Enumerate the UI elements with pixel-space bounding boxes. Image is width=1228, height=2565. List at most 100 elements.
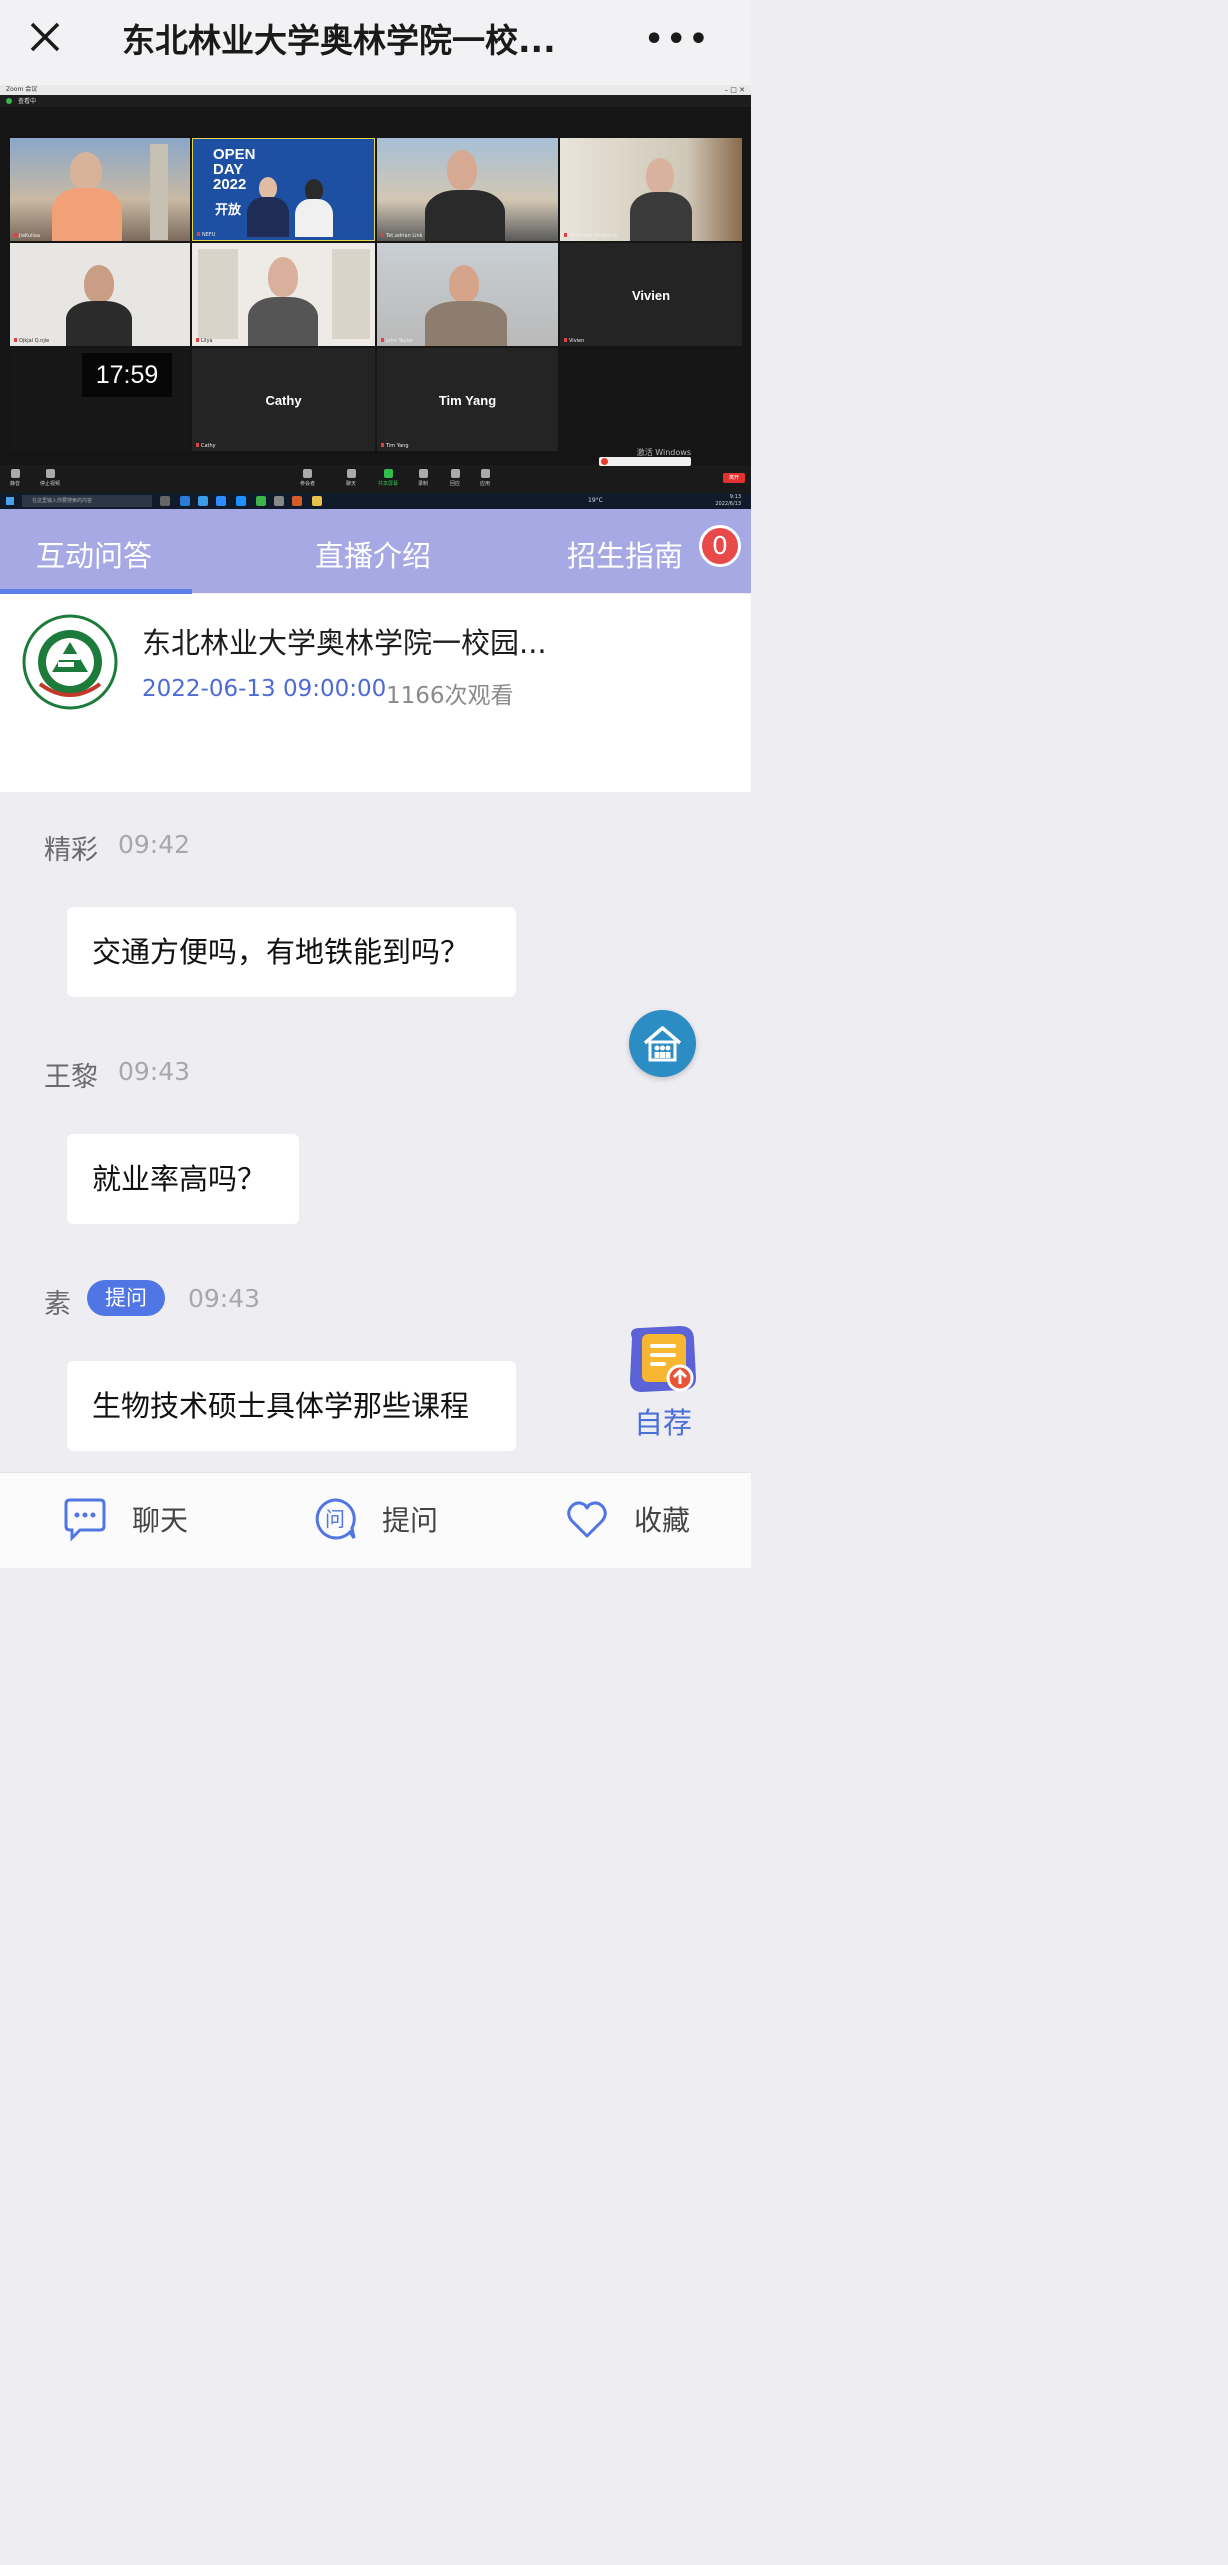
participant-tile: Ojkjal Q.njie [10, 243, 190, 346]
top-navigation-bar: 东北林业大学奥林学院一校... ••• [0, 0, 751, 85]
favorite-button[interactable]: 收藏 [564, 1495, 690, 1543]
stop-video-button[interactable]: 停止视频 [40, 469, 60, 487]
task-view-icon[interactable] [160, 496, 170, 506]
participant-name: Tet.adrian Link [381, 233, 423, 239]
leave-meeting-button[interactable]: 离开 [723, 473, 745, 483]
participant-tile: John Taylor [377, 243, 558, 346]
camera-icon [45, 469, 55, 478]
bottom-action-bar: 聊天 问 提问 收藏 [0, 1472, 751, 1568]
question-tag: 提问 [87, 1280, 165, 1316]
chat-icon [64, 1498, 106, 1542]
edge-icon[interactable] [180, 496, 190, 506]
tab-admission-guide[interactable]: 招生指南 [567, 533, 683, 575]
ie-icon[interactable] [198, 496, 208, 506]
record-button[interactable]: 录制 [418, 469, 428, 487]
message-bubble: 交通方便吗，有地铁能到吗？ [67, 907, 516, 997]
taskbar-clock: 9:13 2022/6/13 [715, 494, 741, 507]
participants-button[interactable]: 参会者 [300, 469, 315, 487]
resume-upload-icon [630, 1326, 696, 1392]
participant-tile: Vivien Vivien [560, 243, 742, 346]
participant-tile: Cathy Cathy [192, 348, 375, 451]
tab-bar: 互动问答 直播介绍 招生指南 [0, 509, 751, 593]
message-time: 09:42 [118, 830, 191, 859]
self-recommend-label[interactable]: 自荐 [634, 1400, 692, 1442]
tab-interactive-qa[interactable]: 互动问答 [36, 533, 152, 575]
mute-button[interactable]: 静音 [10, 469, 20, 487]
chat-label: 聊天 [132, 1504, 189, 1537]
open-day-cn: 开放 [215, 203, 242, 218]
participant-display-name: Tim Yang [438, 393, 497, 409]
chat-button[interactable]: 聊天 [62, 1495, 188, 1543]
participant-body [52, 188, 122, 241]
participant-body [248, 297, 318, 346]
home-icon [643, 1026, 682, 1062]
shield-icon [6, 98, 12, 104]
participant-tile: Tet.adrian Link [377, 138, 558, 241]
zoom-app-icon[interactable] [216, 496, 226, 506]
record-icon [418, 469, 428, 478]
self-recommend-button[interactable] [622, 1320, 706, 1404]
participant-body [425, 301, 507, 346]
tab-live-intro[interactable]: 直播介绍 [315, 533, 431, 575]
participant-body [630, 192, 692, 241]
view-label: 查看中 [18, 98, 37, 105]
live-title: 东北林业大学奥林学院一校园... [142, 626, 547, 660]
ime-toolbar [599, 457, 691, 466]
zoom-view-bar: 查看中 [0, 95, 751, 107]
weather-temp: 19°C [588, 497, 603, 504]
apps-icon [480, 469, 490, 478]
bookshelf-image [198, 249, 238, 339]
question-icon: 问 [315, 1498, 356, 1540]
home-button[interactable] [629, 1010, 696, 1077]
sogou-icon [601, 458, 608, 465]
live-info-card: 东北林业大学奥林学院一校园... 2022-06-13 09:00:00 116… [0, 594, 751, 792]
participant-body [247, 197, 289, 237]
heart-icon [567, 1501, 607, 1538]
window-controls: – □ ✕ [724, 86, 745, 94]
zoom-window-titlebar: Zoom 会议 – □ ✕ [0, 85, 751, 95]
close-icon[interactable] [26, 18, 64, 56]
microphone-icon [10, 469, 20, 478]
participant-name: Vivien [564, 338, 584, 344]
folder-icon[interactable] [312, 496, 322, 506]
participant-face [84, 265, 114, 303]
participant-name: John Taylor [381, 338, 413, 344]
chat-bubble-icon [346, 469, 356, 478]
share-screen-button[interactable]: 共享屏幕 [378, 469, 398, 487]
ask-question-label: 提问 [382, 1504, 439, 1537]
taskbar-search[interactable]: 在这里输入你要搜索的内容 [22, 495, 152, 507]
windows-start-icon[interactable] [6, 497, 14, 505]
player-icon[interactable] [274, 496, 284, 506]
participant-body [295, 199, 333, 237]
message-username: 素 [44, 1289, 71, 1320]
more-options-button[interactable]: ••• [644, 22, 711, 57]
apps-button[interactable]: 应用 [480, 469, 490, 487]
participant-name: Cathy [196, 443, 216, 449]
view-count: 1166次观看 [386, 683, 514, 709]
app-root: 东北林业大学奥林学院一校... ••• Zoom 会议 – □ ✕ 查看中 Ji… [0, 0, 751, 1568]
zoom-chat-button[interactable]: 聊天 [346, 469, 356, 487]
ask-question-button[interactable]: 问 提问 [312, 1495, 438, 1543]
app-icon[interactable] [292, 496, 302, 506]
reactions-icon [450, 469, 460, 478]
reactions-button[interactable]: 回应 [450, 469, 460, 487]
message-username: 王黎 [44, 1062, 98, 1093]
participant-tile-active: OPEN DAY 2022 开放 NEFU [192, 138, 375, 241]
participant-name: JiaKuliaa [14, 233, 40, 239]
message-bubble: 生物技术硕士具体学那些课程 [67, 1361, 516, 1451]
live-date: 2022-06-13 09:00:00 [142, 676, 387, 702]
live-video-player[interactable]: Zoom 会议 – □ ✕ 查看中 JiaKuliaa OPEN DAY 202… [0, 85, 751, 509]
participant-display-name: Vivien [631, 288, 671, 304]
message-username: 精彩 [44, 835, 98, 866]
message-bubble: 就业率高吗？ [67, 1134, 299, 1224]
favorite-label: 收藏 [634, 1504, 691, 1537]
participant-name: Tim Yang [381, 443, 409, 449]
browser-icon[interactable] [236, 496, 246, 506]
bookshelf-image [332, 249, 370, 339]
participant-face [259, 177, 277, 199]
participant-name: Bertlcock RA.ds4.ty [564, 233, 618, 239]
notification-badge: 0 [699, 525, 741, 567]
participant-display-name: Cathy [265, 393, 302, 409]
wechat-icon[interactable] [256, 496, 266, 506]
clock-overlay: 17:59 [82, 353, 172, 397]
